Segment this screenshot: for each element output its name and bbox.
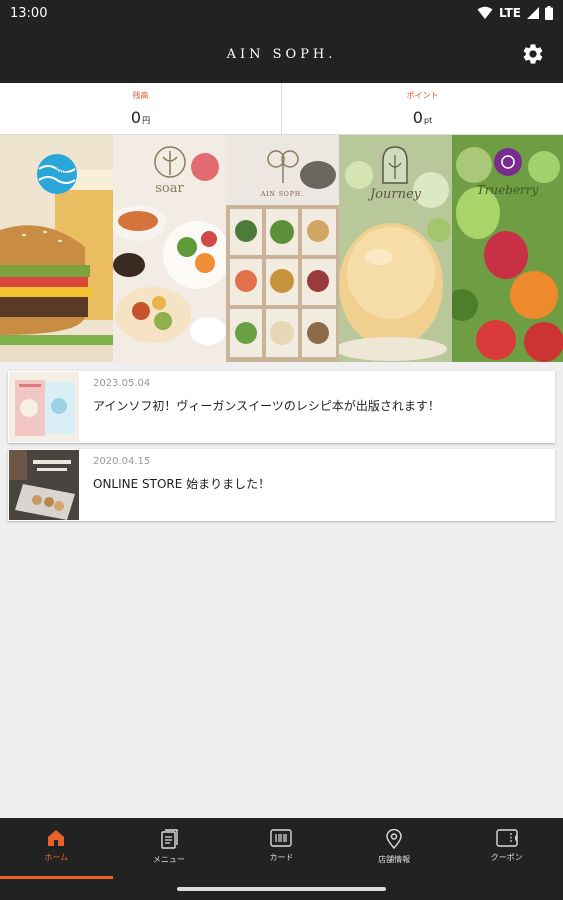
news-body: 2020.04.15 ONLINE STORE 始まりました！ [80, 449, 270, 521]
brand-panel-trueberry[interactable]: Trueberry [452, 135, 563, 362]
points-cell: ポイント 0pt [281, 83, 563, 134]
nav-label: メニュー [152, 855, 185, 864]
battery-icon [545, 6, 553, 20]
menu-book-icon [161, 829, 178, 849]
settings-button[interactable] [521, 42, 545, 66]
news-date: 2023.05.04 [93, 378, 151, 389]
balance-cell: 残高 0円 [0, 83, 281, 134]
nav-label: ホーム [44, 853, 69, 862]
nav-label: 店舗情報 [378, 855, 411, 864]
gear-icon [523, 44, 543, 64]
soar-logo [154, 146, 186, 178]
nav-item-coupon[interactable]: クーポン [450, 818, 563, 879]
nav-item-card[interactable]: カード [225, 818, 338, 879]
trueberry-logo [494, 148, 522, 176]
brand-panel-ainsoph[interactable]: AIN SOPH. [226, 135, 339, 362]
home-gesture-pill[interactable] [177, 887, 386, 891]
ainsoph-logo [267, 150, 299, 183]
recipe-book-thumbnail [9, 372, 79, 442]
wifi-icon [477, 6, 493, 19]
app-title: AIN SOPH. [226, 47, 337, 62]
points-label: ポイント [406, 91, 439, 100]
news-thumbnail [9, 372, 79, 442]
network-type: LTE [498, 6, 521, 20]
brand-name: AIN SOPH. [260, 191, 305, 198]
news-title: ONLINE STORE 始まりました！ [93, 477, 271, 491]
news-date: 2020.04.15 [93, 456, 151, 467]
nav-item-menu[interactable]: メニュー [113, 818, 226, 879]
balance-row: 残高 0円 ポイント 0pt [0, 83, 563, 135]
balance-value: 0円 [131, 108, 150, 127]
status-bar: 13:00 LTE [0, 0, 563, 26]
balance-label: 残高 [132, 91, 149, 100]
balance-amount: 0 [130, 108, 142, 127]
balance-unit: 円 [142, 116, 151, 125]
news-title: アインソフ初！ヴィーガンスイーツのレシピ本が出版されます！ [93, 399, 440, 413]
location-pin-icon [386, 829, 402, 849]
nav-item-store-info[interactable]: 店舗情報 [338, 818, 451, 879]
brand-panel-soar[interactable]: soar [113, 135, 226, 362]
brand-name: ripple [44, 166, 69, 175]
nav-label: クーポン [490, 853, 523, 862]
points-value: 0pt [413, 108, 432, 127]
news-thumbnail [9, 450, 79, 520]
home-icon [48, 830, 65, 846]
news-item[interactable]: 2023.05.04 アインソフ初！ヴィーガンスイーツのレシピ本が出版されます！ [8, 371, 555, 443]
status-icons: LTE [477, 6, 553, 20]
news-body: 2023.05.04 アインソフ初！ヴィーガンスイーツのレシピ本が出版されます！ [80, 371, 440, 443]
online-store-thumbnail [9, 450, 79, 520]
brand-name: soar [155, 181, 184, 196]
nav-item-home[interactable]: ホーム [0, 818, 113, 879]
brand-panel-ripple[interactable]: ripple [0, 135, 113, 362]
brand-name: Journey [369, 187, 422, 202]
news-item[interactable]: 2020.04.15 ONLINE STORE 始まりました！ [8, 449, 555, 521]
points-amount: 0 [412, 108, 423, 127]
app-header: AIN SOPH. [0, 26, 563, 83]
coupon-icon [495, 829, 518, 847]
news-list: 2023.05.04 アインソフ初！ヴィーガンスイーツのレシピ本が出版されます！… [8, 371, 555, 527]
system-nav-bar [0, 879, 563, 900]
card-icon [270, 829, 293, 847]
brand-name: Trueberry [476, 183, 539, 197]
journey-logo [382, 146, 408, 184]
status-time: 13:00 [10, 5, 48, 21]
brand-strip: ripple soar AIN SOPH. Journey Trueberry [0, 135, 563, 362]
points-unit: pt [423, 116, 433, 125]
signal-icon [527, 7, 539, 19]
brand-panel-journey[interactable]: Journey [339, 135, 452, 362]
bottom-nav: ホーム メニュー カード 店舗情報 クーポン [0, 818, 563, 879]
nav-label: カード [269, 853, 294, 862]
